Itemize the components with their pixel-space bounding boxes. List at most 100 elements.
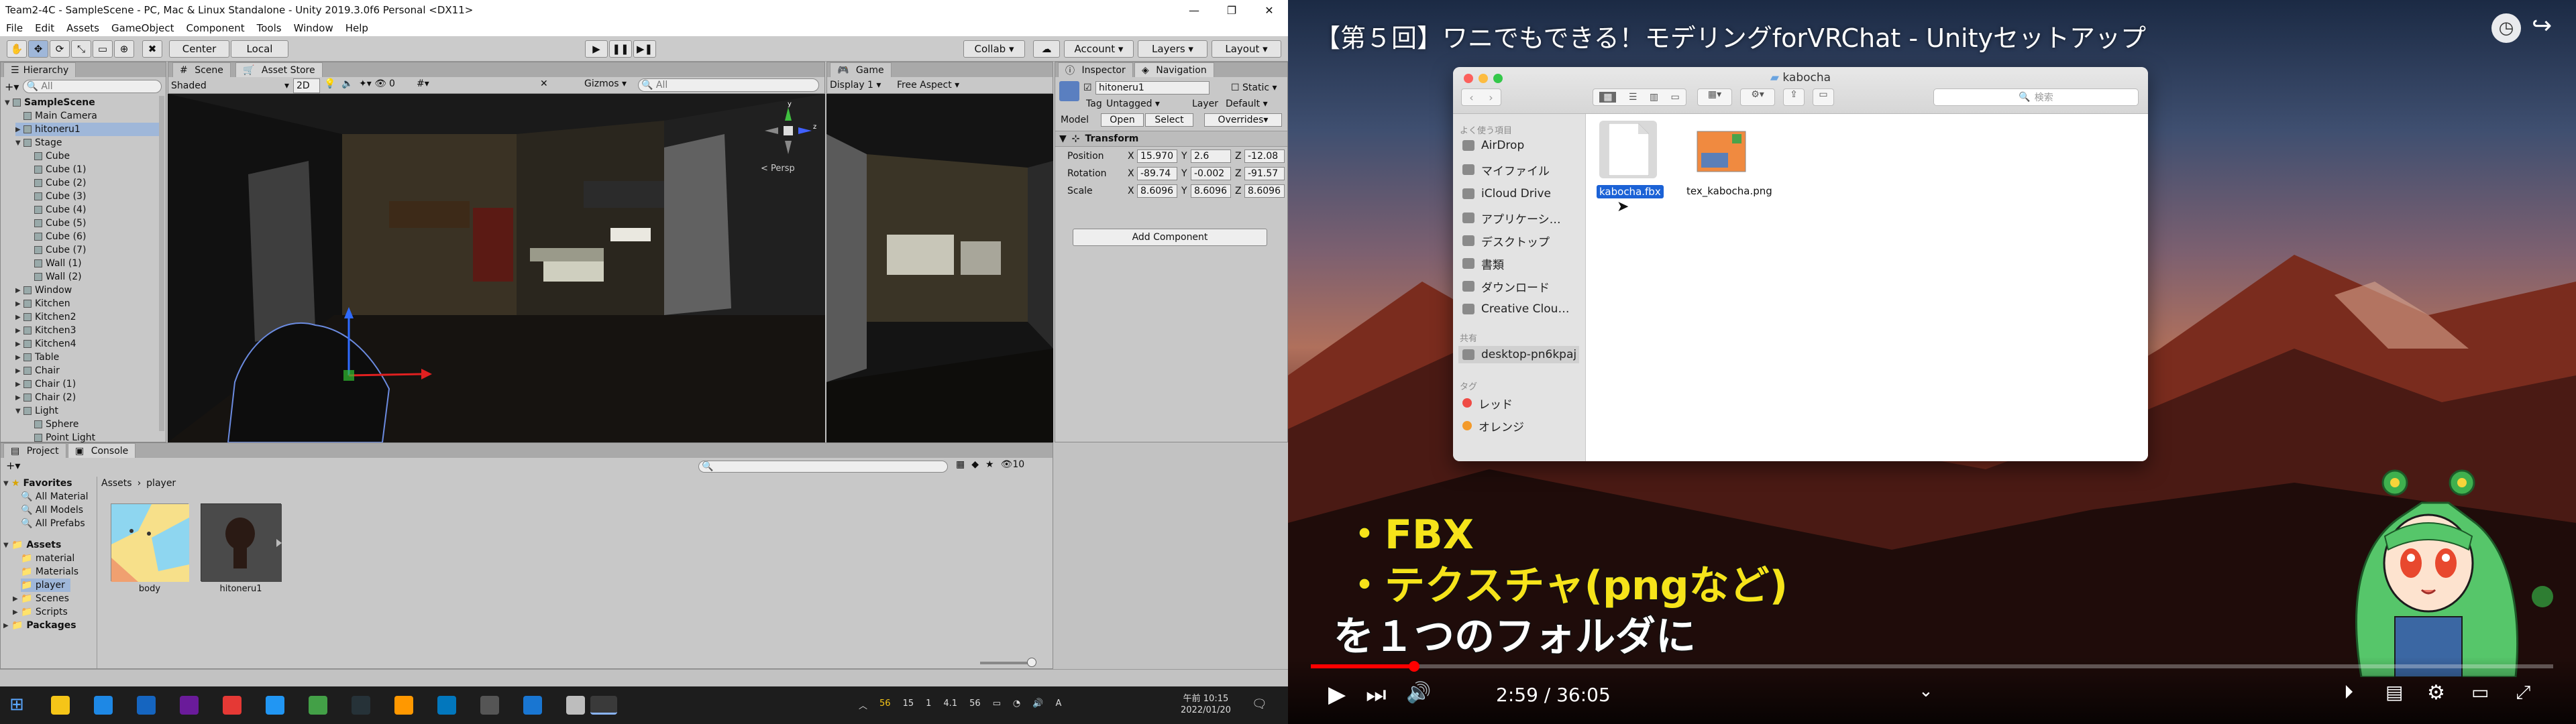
breadcrumb-assets[interactable]: Assets	[101, 478, 132, 489]
open-button[interactable]: Open	[1101, 113, 1144, 127]
hierarchy-item[interactable]: Cube (1)	[26, 163, 86, 176]
foldout-icon[interactable]: ▶	[15, 381, 23, 388]
favorite-item[interactable]: 🔍 All Material	[21, 490, 89, 503]
action-gear-icon[interactable]: ⚙▾	[1740, 88, 1775, 106]
app-icon[interactable]	[266, 696, 284, 715]
aspect-dropdown[interactable]: Free Aspect ▾	[897, 80, 959, 90]
layers-dropdown[interactable]: Layers ▾	[1138, 40, 1208, 58]
breadcrumb-player[interactable]: player	[146, 478, 176, 489]
layer-dropdown[interactable]: Default ▾	[1226, 99, 1268, 109]
asset-thumbnail-hitoneru1[interactable]	[201, 503, 282, 582]
chevron-down-icon[interactable]: ⌄	[1919, 681, 1933, 701]
share-icon[interactable]: ↪	[2532, 12, 2552, 40]
scale-y-field[interactable]: 8.6096	[1191, 184, 1231, 198]
folder-item[interactable]: 📁 material	[21, 552, 74, 565]
maps-icon[interactable]	[523, 696, 542, 715]
custom-tool-icon[interactable]: ✖	[142, 40, 162, 58]
shading-dropdown[interactable]: Shaded ▾	[171, 78, 289, 93]
fbx-file-icon[interactable]	[1609, 123, 1649, 176]
foldout-icon[interactable]: ▼	[5, 99, 13, 107]
progress-bar[interactable]	[1311, 661, 2553, 672]
play-icon[interactable]: ▶	[585, 40, 608, 58]
maximize-icon[interactable]: ❐	[1213, 0, 1250, 20]
hierarchy-item[interactable]: ▶ Chair	[15, 364, 60, 377]
back-icon[interactable]: ‹	[1469, 91, 1473, 104]
file-label-tex-kabocha[interactable]: tex_kabocha.png	[1686, 185, 1772, 197]
tray-chevron-icon[interactable]: ︿	[859, 699, 867, 711]
tab-navigation[interactable]: ◈ Navigation	[1134, 62, 1214, 77]
notification-icon[interactable]: 🗨	[1252, 697, 1267, 711]
hierarchy-item[interactable]: Sphere	[26, 418, 78, 431]
audio-icon[interactable]: 🔈	[341, 78, 353, 89]
display-dropdown[interactable]: Display 1 ▾	[830, 80, 881, 90]
rotation-z-field[interactable]: -91.57	[1244, 167, 1285, 180]
app-icon-2[interactable]	[480, 696, 499, 715]
ime-indicator[interactable]: A	[1055, 699, 1061, 711]
scale-x-field[interactable]: 8.6096	[1137, 184, 1177, 198]
windows-start-icon[interactable]: ⊞	[9, 695, 28, 715]
hierarchy-item[interactable]: ▼ Stage	[15, 136, 62, 149]
packages-node[interactable]: ▶ 📁 Packages	[3, 619, 76, 632]
sidebar-tag-red[interactable]: レッド	[1462, 394, 1513, 412]
collab-button[interactable]: Collab ▾	[963, 40, 1025, 58]
network-icon[interactable]: ◔	[1013, 699, 1020, 711]
steam-icon[interactable]	[352, 696, 370, 715]
foldout-icon[interactable]: ▶	[15, 287, 23, 294]
hierarchy-item[interactable]: Cube (5)	[26, 217, 86, 230]
settings-gear-icon[interactable]: ⚙	[2427, 681, 2445, 705]
hierarchy-item[interactable]: Cube (4)	[26, 203, 86, 217]
move-tool-icon[interactable]: ✥	[28, 40, 48, 58]
hierarchy-item[interactable]: ▶ Chair (2)	[15, 391, 76, 404]
explorer-icon[interactable]	[51, 696, 70, 715]
tab-hierarchy[interactable]: ☰ Hierarchy	[3, 62, 76, 77]
youtube-player[interactable]: 【第５回】ワニでもできる！モデリングforVRChat - Unityセットアッ…	[1288, 0, 2576, 724]
video-title[interactable]: 【第５回】ワニでもできる！モデリングforVRChat - Unityセットアッ…	[1315, 17, 2146, 54]
hierarchy-item[interactable]: ▶ Chair (1)	[15, 377, 76, 391]
project-search-input[interactable]: 🔍	[698, 461, 948, 473]
menu-assets[interactable]: Assets	[60, 22, 105, 34]
foldout-icon[interactable]: ▶	[15, 394, 23, 402]
grid-icon[interactable]: #▾	[417, 78, 429, 89]
foldout-icon[interactable]: ▼	[15, 139, 23, 147]
add-icon[interactable]: +▾	[5, 80, 19, 93]
hierarchy-item[interactable]: ▶ hitoneru1	[15, 123, 159, 136]
watch-later-icon[interactable]: ◷	[2491, 13, 2521, 43]
clock[interactable]: 午前 10:15 2022/01/20	[1181, 693, 1231, 716]
view-mode-buttons[interactable]: ▦ ☰ ▥ ▭	[1593, 88, 1686, 106]
list-view-icon[interactable]: ☰	[1629, 92, 1638, 103]
calendar-icon[interactable]	[94, 696, 113, 715]
thumbnail-size-slider[interactable]	[980, 662, 1034, 664]
rotation-y-field[interactable]: -0.002	[1191, 167, 1231, 180]
folder-item[interactable]: 📁 Materials	[21, 565, 78, 579]
asset-thumbnail-body[interactable]	[111, 503, 189, 582]
pivot-local-button[interactable]: Local	[231, 40, 288, 58]
visual-studio-icon[interactable]	[180, 696, 199, 715]
minimize-icon[interactable]: —	[1175, 0, 1213, 20]
folder-item[interactable]: ▶ 📁 Scripts	[13, 605, 68, 619]
folder-item[interactable]: ▶ 📁 Scenes	[13, 592, 69, 605]
sidebar-item-my-files[interactable]: マイファイル	[1462, 161, 1550, 178]
theater-mode-icon[interactable]: ▭	[2471, 681, 2489, 703]
chrome-icon[interactable]	[309, 696, 327, 715]
exit-fullscreen-icon[interactable]: ⤢	[2516, 681, 2530, 704]
foldout-icon[interactable]: ▶	[15, 327, 23, 335]
foldout-icon[interactable]: ▶	[15, 300, 23, 308]
autoplay-toggle-icon[interactable]: ⏵	[2344, 681, 2353, 704]
foldout-icon[interactable]: ▶	[15, 354, 23, 361]
volume-icon[interactable]: 🔊	[1032, 699, 1043, 711]
scale-tool-icon[interactable]: ⤡	[71, 40, 91, 58]
favorite-item[interactable]: 🔍 All Prefabs	[21, 517, 85, 530]
scene-view[interactable]: y z < Persp	[168, 94, 825, 442]
favorites-node[interactable]: ▼ ★ Favorites	[3, 477, 72, 490]
sidebar-tag-orange[interactable]: オレンジ	[1462, 417, 1524, 434]
rect-tool-icon[interactable]: ▭	[93, 40, 113, 58]
filter-label-icon[interactable]: ◆	[971, 459, 979, 470]
sidebar-item-applications[interactable]: アプリケーシ…	[1462, 209, 1561, 227]
sidebar-item-desktop[interactable]: デスクトップ	[1462, 232, 1550, 249]
foldout-icon[interactable]: ▶	[15, 314, 23, 321]
menu-edit[interactable]: Edit	[29, 22, 60, 34]
project-add-icon[interactable]: +▾	[6, 459, 20, 472]
hierarchy-item[interactable]: Main Camera	[15, 109, 97, 123]
volume-icon[interactable]: 🔊	[1406, 681, 1431, 705]
png-file-icon[interactable]	[1696, 126, 1747, 177]
